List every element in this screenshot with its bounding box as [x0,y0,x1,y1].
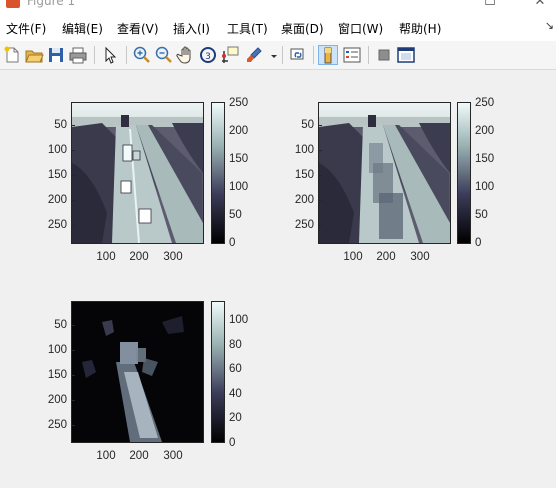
title-bar: Figure 1 ☐ ✕ [0,0,556,14]
ytick-label: 100 [47,344,67,356]
ytick-label: 200 [47,194,67,206]
toolbar-separator [126,46,127,64]
colorbar-tick-label: 100 [475,181,495,193]
xtick-label: 300 [163,450,183,462]
colorbar-tick-label: 100 [229,181,249,193]
ytick-label: 100 [47,144,67,156]
xtick-label: 100 [343,251,363,263]
colorbar-tick-label: 150 [475,153,495,165]
toolbar-separator [368,46,369,64]
colorbar-blurred[interactable] [457,102,471,244]
menu-tools[interactable]: 工具(T) [227,20,268,37]
menu-desktop[interactable]: 桌面(D) [281,20,324,37]
ytick-label: 150 [294,169,314,181]
zoom-out-icon[interactable] [154,45,174,65]
ytick-label: 250 [47,219,67,231]
colorbar-tick-label: 50 [475,209,488,221]
colorbar-tick-label: 200 [475,125,495,137]
xtick-label: 200 [376,251,396,263]
ytick-label: 50 [54,319,67,331]
colorbar-tick-label: 50 [229,209,242,221]
colorbar-difference[interactable] [211,301,225,443]
menu-view[interactable]: 查看(V) [117,20,159,37]
pointer-icon[interactable] [100,45,120,65]
ytick-label: 200 [294,194,314,206]
maximize-icon[interactable]: ☐ [480,0,500,12]
show-plot-tools-icon[interactable] [396,45,416,65]
menu-help[interactable]: 帮助(H) [399,20,441,37]
figure-toolbar: 3 [0,41,556,70]
menu-file[interactable]: 文件(F) [6,20,46,37]
menu-window[interactable]: 窗口(W) [338,20,383,37]
pan-hand-icon[interactable] [176,45,196,65]
ytick-label: 150 [47,169,67,181]
image-axes-blurred[interactable] [318,102,451,244]
brush-dropdown-icon[interactable] [264,45,277,65]
brush-icon[interactable] [244,45,264,65]
ytick-label: 150 [47,369,67,381]
colorbar-tick-label: 60 [229,363,242,375]
colorbar-tick-label: 200 [229,125,249,137]
image-axes-original[interactable] [71,102,204,244]
matlab-figure-icon [6,0,20,8]
ytick-label: 250 [47,419,67,431]
xtick-label: 100 [96,251,116,263]
colorbar-tick-label: 150 [229,153,249,165]
xtick-label: 300 [410,251,430,263]
colorbar-tick-label: 250 [475,97,495,109]
colorbar-tick-label: 20 [229,412,242,424]
colorbar-tick-label: 0 [229,237,236,249]
open-file-icon[interactable] [24,45,44,65]
xtick-label: 300 [163,251,183,263]
hide-plot-tools-icon[interactable] [374,45,394,65]
colorbar-icon[interactable] [318,45,338,65]
data-cursor-icon[interactable] [220,45,240,65]
xtick-label: 200 [129,251,149,263]
colorbar-tick-label: 80 [229,339,242,351]
link-plot-icon[interactable] [288,45,308,65]
xtick-label: 200 [129,450,149,462]
highway-frame-image [72,103,203,243]
ytick-label: 50 [54,119,67,131]
print-icon[interactable] [68,45,88,65]
xtick-label: 100 [96,450,116,462]
toolbar-separator [313,46,314,64]
save-icon[interactable] [46,45,66,65]
colorbar-tick-label: 250 [229,97,249,109]
zoom-in-icon[interactable] [132,45,152,65]
frame-difference-image [72,302,203,442]
toolbar-separator [282,46,283,64]
colorbar-tick-label: 40 [229,388,242,400]
menu-edit[interactable]: 编辑(E) [62,20,103,37]
toolbar-separator [94,46,95,64]
svg-text:3: 3 [205,52,211,62]
close-icon[interactable]: ✕ [530,0,550,12]
rotate-3d-icon[interactable]: 3 [198,45,218,65]
ytick-label: 200 [47,394,67,406]
colorbar-tick-label: 100 [229,314,249,326]
window-title: Figure 1 [27,0,76,8]
highway-blurred-image [319,103,450,243]
colorbar-tick-label: 0 [229,437,236,449]
ytick-label: 50 [301,119,314,131]
image-axes-difference[interactable] [71,301,204,443]
legend-icon[interactable] [342,45,362,65]
menu-insert[interactable]: 插入(I) [173,20,210,37]
colorbar-original[interactable] [211,102,225,244]
ytick-label: 100 [294,144,314,156]
ytick-label: 250 [294,219,314,231]
menu-bar: 文件(F) 编辑(E) 查看(V) 插入(I) 工具(T) 桌面(D) 窗口(W… [0,14,556,41]
colorbar-tick-label: 0 [475,237,482,249]
new-figure-icon[interactable] [2,45,22,65]
menu-overflow-icon[interactable]: ↘ [545,19,554,32]
